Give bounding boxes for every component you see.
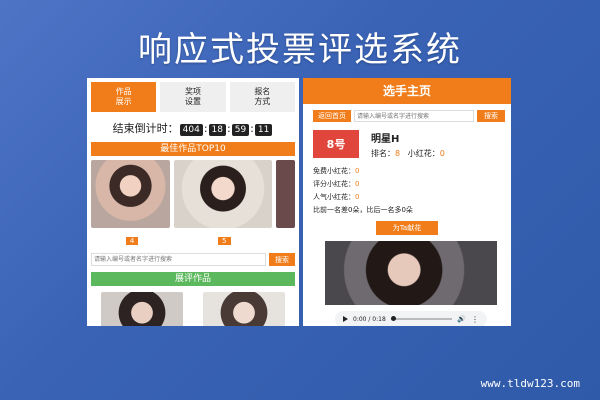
play-icon[interactable] xyxy=(343,316,348,322)
volume-icon[interactable]: 🔊 xyxy=(457,315,466,323)
audio-progress[interactable] xyxy=(390,316,453,321)
player-info: 明星H 排名：8 小红花：0 xyxy=(371,130,445,159)
page-title: 选手主页 xyxy=(303,78,511,104)
countdown-seconds: 11 xyxy=(254,124,273,136)
tab-works[interactable]: 作品 展示 xyxy=(91,82,157,112)
countdown-minutes: 59 xyxy=(231,124,250,136)
audio-player: 0:00 / 0:18 🔊 ⋮ xyxy=(335,311,487,326)
audio-time: 0:00 / 0:18 xyxy=(353,315,386,323)
stat-line: 评分小红花：0 xyxy=(313,178,501,191)
work-photo[interactable] xyxy=(91,160,171,228)
review-gallery xyxy=(87,286,299,326)
countdown-label: 结束倒计时： xyxy=(112,122,179,135)
flower-label: 小红花： xyxy=(407,149,440,158)
back-home-button[interactable]: 返回首页 xyxy=(313,110,351,122)
works-page: 作品 展示 奖项 设置 报名 方式 结束倒计时： 404:18:59:11 最佳作… xyxy=(87,78,299,326)
countdown-hours: 18 xyxy=(208,124,226,136)
give-flower-button[interactable]: 为Ta献花 xyxy=(376,221,438,235)
stat-value: 0 xyxy=(355,193,360,201)
flower-value: 0 xyxy=(439,149,445,158)
countdown-days: 404 xyxy=(179,124,203,136)
review-photo[interactable] xyxy=(203,292,285,326)
stat-label: 评分小红花： xyxy=(313,180,355,188)
countdown: 结束倒计时： 404:18:59:11 xyxy=(87,120,299,136)
watermark: www.tldw123.com xyxy=(480,377,580,390)
flower-stats: 免费小红花：0 评分小红花：0 人气小红花：0 比前一名差0朵，比后一名多0朵 xyxy=(303,159,511,217)
tab-bar: 作品 展示 奖项 设置 报名 方式 xyxy=(87,78,299,112)
review-photo[interactable] xyxy=(101,292,183,326)
rank-label: 排名： xyxy=(371,149,395,158)
top-works-gallery xyxy=(87,156,299,228)
player-search-button[interactable]: 搜索 xyxy=(477,110,505,122)
review-works-heading: 展评作品 xyxy=(91,272,295,286)
vote-badge: 5 xyxy=(218,237,231,245)
player-summary: 8号 明星H 排名：8 小红花：0 xyxy=(303,122,511,159)
stat-value: 0 xyxy=(355,180,360,188)
best-works-heading: 最佳作品TOP10 xyxy=(91,142,295,156)
stat-label: 人气小红花： xyxy=(313,193,355,201)
progress-knob[interactable] xyxy=(390,316,396,321)
work-photo[interactable] xyxy=(174,160,273,228)
player-video[interactable] xyxy=(325,241,497,305)
search-button[interactable]: 搜索 xyxy=(269,253,295,266)
rank-value: 8 xyxy=(395,149,401,158)
vote-counts: 4 5 xyxy=(87,228,299,247)
compare-line: 比前一名差0朵，比后一名多0朵 xyxy=(313,206,413,214)
player-name: 明星H xyxy=(371,134,400,145)
tab-signup[interactable]: 报名 方式 xyxy=(229,82,295,112)
tab-awards[interactable]: 奖项 设置 xyxy=(160,82,226,112)
stat-line: 人气小红花：0 xyxy=(313,191,501,204)
work-photo[interactable] xyxy=(276,160,295,228)
stat-line: 免费小红花：0 xyxy=(313,165,501,178)
stat-label: 免费小红花： xyxy=(313,167,355,175)
player-number-badge: 8号 xyxy=(313,130,359,158)
search-row: 搜索 xyxy=(91,253,295,266)
player-nav: 返回首页 搜索 xyxy=(303,104,511,122)
banner-title: 响应式投票评选系统 xyxy=(138,30,462,70)
player-search-input[interactable] xyxy=(354,110,474,122)
player-page: 选手主页 返回首页 搜索 8号 明星H 排名：8 小红花：0 免费小红花：0 评… xyxy=(303,78,511,326)
player-rank-line: 排名：8 小红花：0 xyxy=(371,148,445,159)
vote-badge: 4 xyxy=(125,237,139,245)
more-options-icon[interactable]: ⋮ xyxy=(471,315,479,324)
stat-value: 0 xyxy=(355,167,360,175)
search-input[interactable] xyxy=(91,253,266,266)
